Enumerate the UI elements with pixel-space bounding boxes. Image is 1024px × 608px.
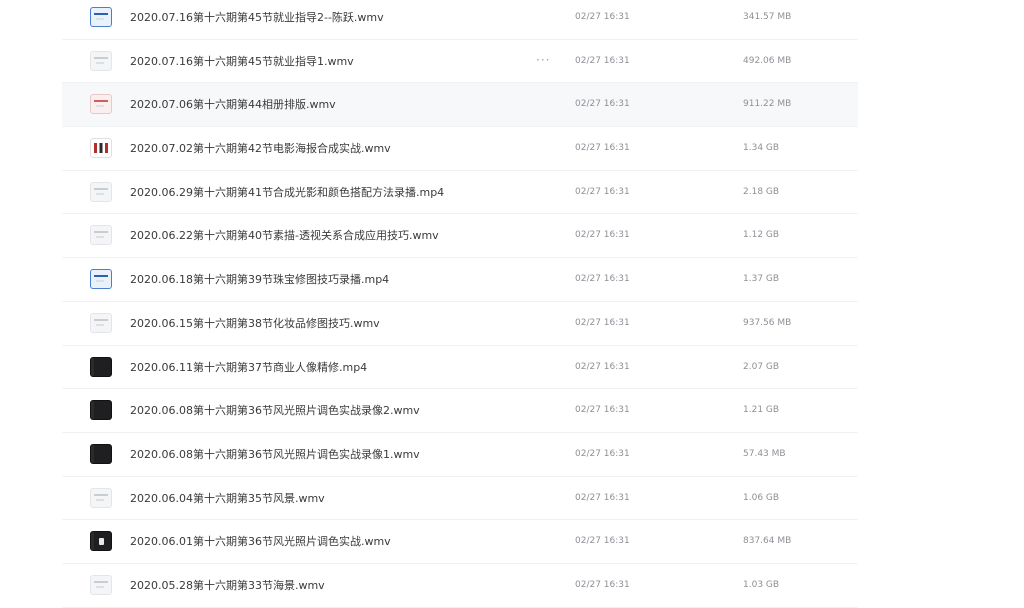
file-row[interactable]: 2020.07.06第十六期第44相册排版.wmv 02/27 16:31 91… — [62, 83, 858, 128]
file-size: 492.06 MB — [743, 55, 792, 66]
video-thumbnail-icon — [90, 356, 112, 377]
modified-time: 02/27 16:31 — [575, 405, 630, 416]
modified-time: 02/27 16:31 — [575, 492, 630, 503]
file-name[interactable]: 2020.06.18第十六期第39节珠宝修图技巧录播.mp4 — [130, 258, 389, 302]
modified-time: 02/27 16:31 — [575, 317, 630, 328]
file-size: 1.21 GB — [743, 405, 780, 416]
file-name[interactable]: 2020.07.02第十六期第42节电影海报合成实战.wmv — [130, 127, 391, 171]
modified-time: 02/27 16:31 — [575, 143, 630, 154]
file-row[interactable]: 2020.06.29第十六期第41节合成光影和颜色搭配方法录播.mp4 02/2… — [62, 171, 858, 215]
video-thumbnail-icon — [90, 400, 112, 421]
video-thumbnail-icon — [90, 269, 112, 290]
video-thumbnail-icon — [90, 225, 112, 246]
file-size: 2.18 GB — [743, 186, 780, 197]
file-row[interactable]: 2020.05.28第十六期第33节海景.wmv 02/27 16:31 1.0… — [62, 564, 858, 608]
file-size: 341.57 MB — [743, 12, 792, 22]
file-row[interactable]: 2020.06.11第十六期第37节商业人像精修.mp4 02/27 16:31… — [62, 346, 858, 390]
modified-time: 02/27 16:31 — [575, 99, 630, 110]
file-size: 1.37 GB — [743, 274, 780, 285]
video-thumbnail-icon — [90, 94, 112, 115]
modified-time: 02/27 16:31 — [575, 361, 630, 372]
file-name[interactable]: 2020.06.11第十六期第37节商业人像精修.mp4 — [130, 346, 367, 390]
file-name[interactable]: 2020.07.16第十六期第45节就业指导1.wmv — [130, 40, 354, 84]
modified-time: 02/27 16:31 — [575, 536, 630, 547]
file-size: 837.64 MB — [743, 536, 792, 547]
video-thumbnail-icon — [90, 443, 112, 464]
file-name[interactable]: 2020.06.08第十六期第36节风光照片调色实战录像1.wmv — [130, 433, 420, 477]
file-size: 1.12 GB — [743, 230, 780, 241]
video-thumbnail-icon — [90, 531, 112, 552]
modified-time: 02/27 16:31 — [575, 274, 630, 285]
video-thumbnail-icon — [90, 138, 112, 159]
file-row[interactable]: 2020.06.18第十六期第39节珠宝修图技巧录播.mp4 02/27 16:… — [62, 258, 858, 302]
file-size: 2.07 GB — [743, 361, 780, 372]
modified-time: 02/27 16:31 — [575, 55, 630, 66]
file-name[interactable]: 2020.06.04第十六期第35节风景.wmv — [130, 477, 325, 521]
video-thumbnail-icon — [90, 574, 112, 595]
file-row[interactable]: 2020.06.15第十六期第38节化妆品修图技巧.wmv 02/27 16:3… — [62, 302, 858, 346]
modified-time: 02/27 16:31 — [575, 448, 630, 459]
video-thumbnail-icon — [90, 487, 112, 508]
modified-time: 02/27 16:31 — [575, 579, 630, 590]
file-row[interactable]: 2020.06.22第十六期第40节素描-透视关系合成应用技巧.wmv 02/2… — [62, 214, 858, 259]
file-name[interactable]: 2020.06.15第十六期第38节化妆品修图技巧.wmv — [130, 302, 380, 346]
video-thumbnail-icon — [90, 312, 112, 333]
video-thumbnail-icon — [90, 181, 112, 202]
file-size: 1.34 GB — [743, 143, 780, 154]
file-size: 937.56 MB — [743, 317, 792, 328]
file-size: 57.43 MB — [743, 448, 786, 459]
modified-time: 02/27 16:31 — [575, 12, 630, 22]
modified-time: 02/27 16:31 — [575, 230, 630, 241]
video-thumbnail-icon — [90, 7, 112, 27]
more-actions-icon[interactable]: ··· — [536, 40, 550, 84]
file-row[interactable]: 2020.07.02第十六期第42节电影海报合成实战.wmv 02/27 16:… — [62, 127, 858, 171]
file-size: 911.22 MB — [743, 99, 792, 110]
file-name[interactable]: 2020.07.06第十六期第44相册排版.wmv — [130, 83, 336, 127]
file-row[interactable]: 2020.06.01第十六期第36节风光照片调色实战.wmv 02/27 16:… — [62, 520, 858, 564]
file-name[interactable]: 2020.06.29第十六期第41节合成光影和颜色搭配方法录播.mp4 — [130, 171, 444, 215]
file-name[interactable]: 2020.06.22第十六期第40节素描-透视关系合成应用技巧.wmv — [130, 214, 439, 258]
file-name[interactable]: 2020.06.08第十六期第36节风光照片调色实战录像2.wmv — [130, 389, 420, 433]
video-thumbnail-icon — [90, 50, 112, 71]
file-name[interactable]: 2020.07.16第十六期第45节就业指导2--陈跃.wmv — [130, 0, 384, 40]
file-list: 2020.07.16第十六期第45节就业指导2--陈跃.wmv 02/27 16… — [62, 0, 858, 608]
modified-time: 02/27 16:31 — [575, 186, 630, 197]
file-size: 1.06 GB — [743, 492, 780, 503]
file-name[interactable]: 2020.06.01第十六期第36节风光照片调色实战.wmv — [130, 520, 391, 564]
file-row[interactable]: 2020.07.16第十六期第45节就业指导2--陈跃.wmv 02/27 16… — [62, 0, 858, 40]
file-row[interactable]: 2020.07.16第十六期第45节就业指导1.wmv ··· 02/27 16… — [62, 40, 858, 84]
file-row[interactable]: 2020.06.08第十六期第36节风光照片调色实战录像1.wmv 02/27 … — [62, 433, 858, 477]
file-size: 1.03 GB — [743, 579, 780, 590]
file-row[interactable]: 2020.06.08第十六期第36节风光照片调色实战录像2.wmv 02/27 … — [62, 389, 858, 433]
file-name[interactable]: 2020.05.28第十六期第33节海景.wmv — [130, 564, 325, 608]
file-row[interactable]: 2020.06.04第十六期第35节风景.wmv 02/27 16:31 1.0… — [62, 477, 858, 521]
